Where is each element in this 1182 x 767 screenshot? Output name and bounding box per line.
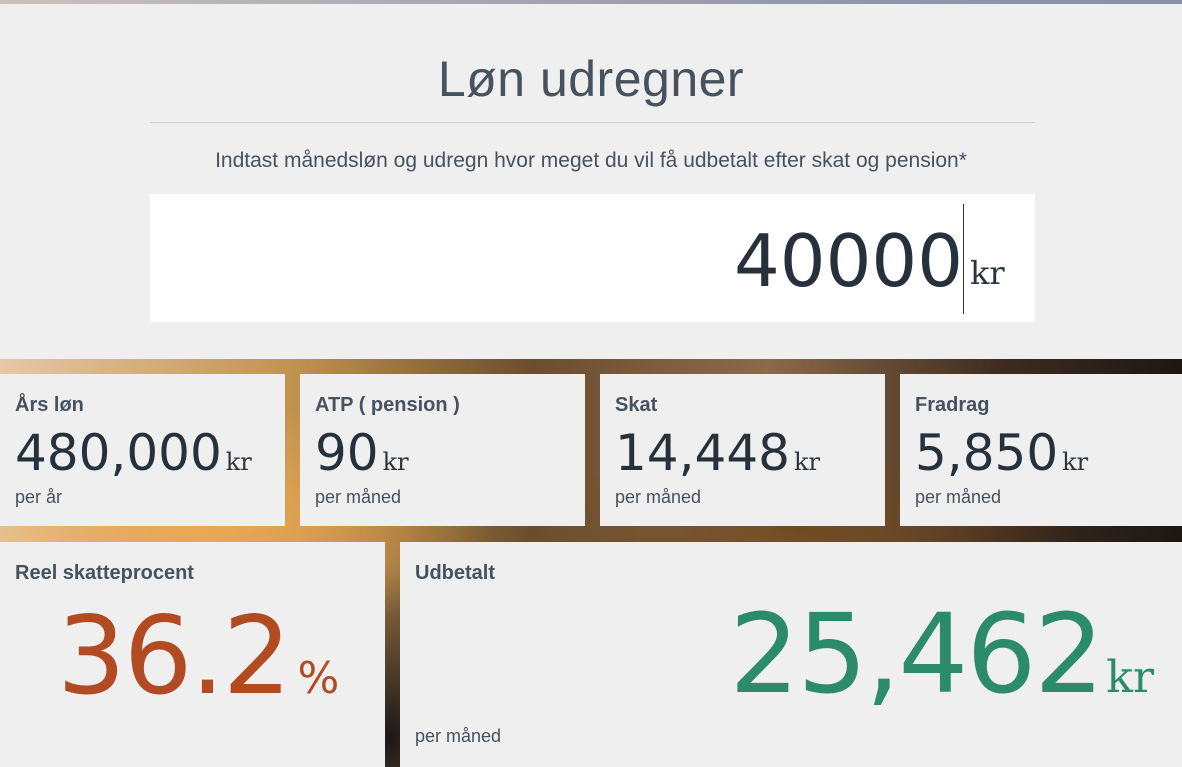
value-number: 14,448	[615, 424, 790, 482]
value-unit: kr	[382, 448, 409, 476]
value-unit: kr	[793, 448, 820, 476]
page-subtitle: Indtast månedsløn og udregn hvor meget d…	[215, 149, 967, 172]
salary-input-box[interactable]: kr	[150, 194, 1035, 322]
card-period: per måned	[315, 487, 402, 507]
value-unit: kr	[1062, 448, 1089, 476]
value-number: 25,462	[729, 590, 1104, 718]
card-label: Års løn	[15, 394, 84, 416]
card-label: ATP ( pension )	[315, 394, 460, 416]
card-period: per år	[15, 487, 63, 507]
payout-value: 25,462kr	[729, 590, 1154, 718]
salary-unit-label: kr	[970, 254, 1005, 292]
text-cursor	[963, 204, 964, 314]
card-label: Udbetalt	[415, 562, 495, 584]
calculator-header: Løn udregner Indtast månedsløn og udregn…	[0, 4, 1182, 359]
value-number: 36.2	[57, 594, 291, 719]
atp-value: 90 kr	[315, 424, 409, 482]
card-period: per måned	[915, 487, 1002, 507]
value-unit: kr	[1106, 652, 1154, 703]
card-period: per måned	[615, 487, 702, 507]
title-divider	[150, 122, 1035, 123]
effective-tax-rate-value: 36.2%	[57, 594, 339, 719]
value-number: 90	[315, 424, 379, 482]
card-label: Reel skatteprocent	[15, 562, 194, 584]
card-period: per måned	[415, 726, 502, 746]
monthly-salary-input[interactable]	[263, 216, 963, 306]
card-label: Fradrag	[915, 394, 990, 416]
percent-unit: %	[297, 653, 340, 704]
value-unit: kr	[225, 448, 252, 476]
atp-pension-card: ATP ( pension ) 90 kr per måned	[300, 374, 585, 526]
effective-tax-rate-card: Reel skatteprocent 36.2%	[0, 542, 385, 767]
annual-salary-card: Års løn 480,000 kr per år	[0, 374, 285, 526]
tax-card: Skat 14,448 kr per måned	[600, 374, 885, 526]
tax-value: 14,448 kr	[615, 424, 820, 482]
value-number: 480,000	[15, 424, 222, 482]
annual-salary-value: 480,000 kr	[15, 424, 252, 482]
value-number: 5,850	[915, 424, 1059, 482]
card-label: Skat	[615, 394, 658, 416]
payout-card: Udbetalt 25,462kr per måned	[400, 542, 1182, 767]
deduction-card: Fradrag 5,850 kr per måned	[900, 374, 1182, 526]
page-title: Løn udregner	[437, 51, 745, 107]
deduction-value: 5,850 kr	[915, 424, 1088, 482]
